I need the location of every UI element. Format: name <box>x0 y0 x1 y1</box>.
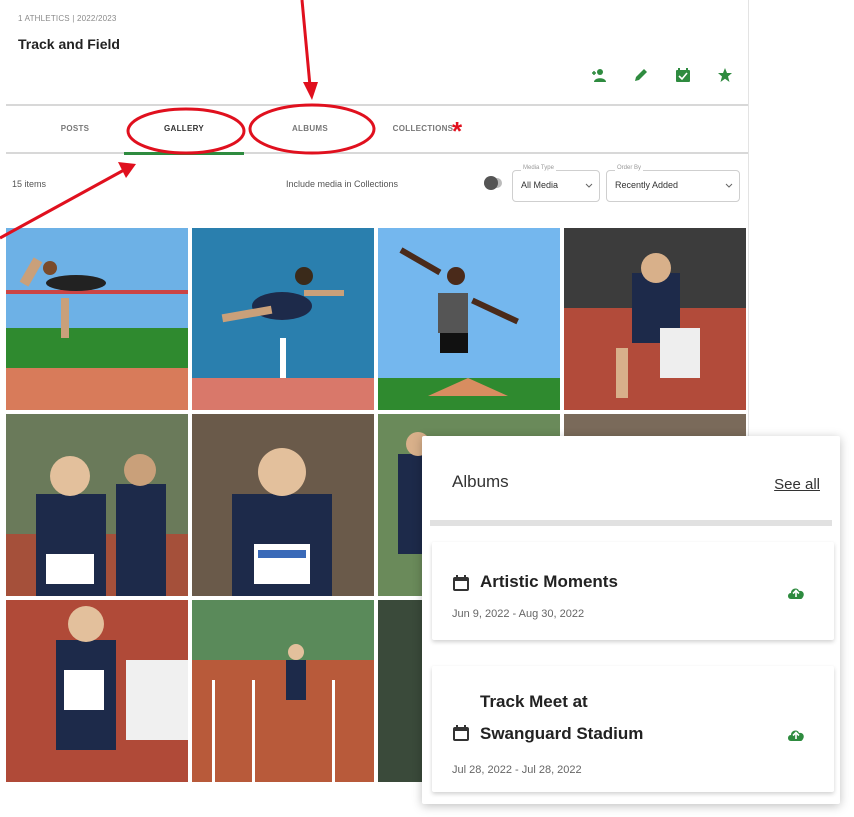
gallery-photo[interactable] <box>6 228 188 410</box>
gallery-photo[interactable] <box>6 600 188 782</box>
album-card-track-meet[interactable]: Track Meet at Swanguard Stadium Jul 28, … <box>432 666 834 792</box>
gallery-photo[interactable] <box>192 228 374 410</box>
star-icon[interactable] <box>714 64 736 86</box>
album-dates: Jul 28, 2022 - Jul 28, 2022 <box>452 764 582 776</box>
tab-albums[interactable]: ALBUMS <box>254 106 366 152</box>
album-card-artistic-moments[interactable]: Artistic Moments Jun 9, 2022 - Aug 30, 2… <box>432 542 834 640</box>
order-by-label: Order By <box>615 165 644 171</box>
user-plus-icon[interactable] <box>588 64 610 86</box>
gallery-photo[interactable] <box>378 228 560 410</box>
tab-posts[interactable]: POSTS <box>30 106 120 152</box>
media-type-label: Media Type <box>521 165 556 171</box>
media-type-select[interactable]: Media Type All Media <box>512 165 600 202</box>
pencil-icon[interactable] <box>630 64 652 86</box>
order-by-select[interactable]: Order By Recently Added <box>606 165 740 202</box>
albums-title: Albums <box>452 472 509 491</box>
album-dates: Jun 9, 2022 - Aug 30, 2022 <box>452 608 585 620</box>
album-name: Artistic Moments <box>480 572 618 591</box>
items-count: 15 items <box>12 179 47 189</box>
gallery-filter-bar: 15 items Include media in Collections Me… <box>6 154 748 220</box>
album-name-line1: Track Meet at <box>480 692 588 711</box>
see-all-link[interactable]: See all <box>774 476 820 493</box>
tab-gallery[interactable]: GALLERY <box>124 106 244 155</box>
gallery-photo[interactable] <box>564 228 746 410</box>
group-header: 1 ATHLETICS | 2022/2023 Track and Field <box>6 0 748 106</box>
include-collections-label: Include media in Collections <box>286 179 399 189</box>
gallery-photo[interactable] <box>192 414 374 596</box>
chevron-down-icon <box>585 183 593 188</box>
breadcrumb[interactable]: 1 ATHLETICS | 2022/2023 <box>18 14 117 23</box>
divider <box>430 520 832 526</box>
header-actions <box>588 64 736 86</box>
tab-bar: POSTS GALLERY ALBUMS COLLECTIONS <box>6 106 748 155</box>
page-title: Track and Field <box>18 36 120 52</box>
media-type-value: All Media <box>521 180 559 190</box>
tab-collections[interactable]: COLLECTIONS <box>368 106 478 152</box>
albums-panel: Albums See all Artistic Moments Jun 9, 2… <box>422 436 840 804</box>
cloud-upload-icon[interactable] <box>786 726 806 742</box>
gallery-photo[interactable] <box>192 600 374 782</box>
chevron-down-icon <box>725 183 733 188</box>
order-by-value: Recently Added <box>615 180 679 190</box>
include-collections-toggle[interactable] <box>484 176 502 190</box>
calendar-check-icon[interactable] <box>672 64 694 86</box>
calendar-icon <box>453 725 469 741</box>
gallery-photo[interactable] <box>6 414 188 596</box>
album-name-line2: Swanguard Stadium <box>480 724 644 743</box>
cloud-upload-icon[interactable] <box>786 584 806 600</box>
calendar-icon <box>453 575 469 591</box>
